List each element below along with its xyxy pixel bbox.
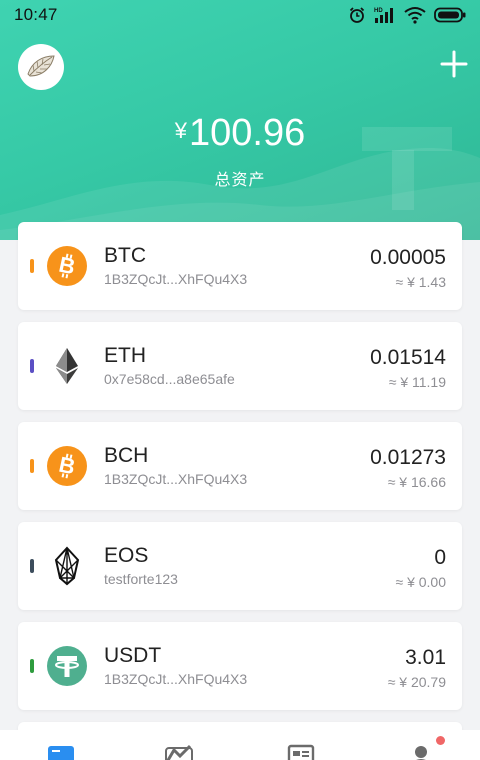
alarm-icon bbox=[349, 7, 365, 23]
coin-amount: 0.01273 bbox=[370, 446, 446, 469]
svg-text:HD: HD bbox=[374, 8, 383, 14]
wallet-address: 1B3ZQcJt...XhFQu4X3 bbox=[104, 671, 248, 687]
total-amount: 100.96 bbox=[189, 112, 306, 154]
coin-symbol: BCH bbox=[104, 444, 149, 467]
wallet-address: 1B3ZQcJt...XhFQu4X3 bbox=[104, 471, 248, 487]
fiat-value: ≈ ¥ 0.00 bbox=[395, 574, 447, 590]
total-assets-label: 总资产 bbox=[214, 172, 266, 189]
wallet-card-usdt[interactable]: USDT 1B3ZQcJt...XhFQu4X3 3.01 ≈ ¥ 20.79 bbox=[18, 622, 462, 710]
bitcoin-cash-icon: B bbox=[47, 446, 87, 486]
fiat-value: ≈ ¥ 16.66 bbox=[387, 474, 446, 490]
ethereum-icon bbox=[56, 348, 78, 384]
fiat-value: ≈ ¥ 11.19 bbox=[388, 374, 446, 390]
tether-icon bbox=[47, 646, 87, 686]
color-stripe bbox=[30, 359, 34, 373]
currency-symbol: ¥ bbox=[174, 118, 187, 143]
wallet-card-eth[interactable]: ETH 0x7e58cd...a8e65afe 0.01514 ≈ ¥ 11.1… bbox=[18, 322, 462, 410]
color-stripe bbox=[30, 559, 34, 573]
wallet-address: testforte123 bbox=[104, 571, 178, 587]
battery-icon bbox=[434, 7, 466, 23]
add-wallet-button[interactable] bbox=[440, 50, 468, 78]
wallet-card-bch[interactable]: B BCH 1B3ZQcJt...XhFQu4X3 0.01273 ≈ ¥ 16… bbox=[18, 422, 462, 510]
bitcoin-icon: B bbox=[47, 246, 87, 286]
wallet-card-btc[interactable]: B BTC 1B3ZQcJt...XhFQu4X3 0.00005 ≈ ¥ 1.… bbox=[18, 222, 462, 310]
coin-symbol: ETH bbox=[104, 344, 146, 367]
fiat-value: ≈ ¥ 1.43 bbox=[395, 274, 447, 290]
color-stripe bbox=[30, 659, 34, 673]
color-stripe bbox=[30, 459, 34, 473]
wallet-address: 1B3ZQcJt...XhFQu4X3 bbox=[104, 271, 248, 287]
market-icon[interactable] bbox=[164, 742, 194, 760]
clock: 10:47 bbox=[14, 5, 58, 24]
coin-symbol: BTC bbox=[104, 244, 146, 267]
coin-symbol: USDT bbox=[104, 644, 162, 667]
notification-dot bbox=[436, 736, 445, 745]
coin-amount: 0.00005 bbox=[370, 246, 446, 269]
leaf-avatar-icon bbox=[27, 55, 55, 77]
coin-amount: 0 bbox=[434, 546, 446, 569]
wallet-address: 0x7e58cd...a8e65afe bbox=[104, 371, 235, 387]
bottom-tab-bar bbox=[0, 730, 480, 760]
coin-amount: 3.01 bbox=[405, 646, 446, 669]
coin-symbol: EOS bbox=[104, 544, 149, 567]
coin-amount: 0.01514 bbox=[370, 346, 446, 369]
status-bar: 10:47 HD bbox=[0, 0, 480, 30]
signal-icon: HD bbox=[374, 8, 393, 23]
fiat-value: ≈ ¥ 20.79 bbox=[387, 674, 446, 690]
profile-icon[interactable] bbox=[406, 742, 436, 760]
color-stripe bbox=[30, 259, 34, 273]
news-icon[interactable] bbox=[286, 742, 316, 760]
eos-icon bbox=[54, 546, 80, 586]
avatar[interactable] bbox=[18, 44, 64, 90]
wallet-card-eos[interactable]: EOS testforte123 0 ≈ ¥ 0.00 bbox=[18, 522, 462, 610]
wifi-icon bbox=[404, 7, 426, 24]
total-balance: ¥100.96 bbox=[0, 112, 480, 155]
wallet-icon[interactable] bbox=[46, 742, 76, 760]
